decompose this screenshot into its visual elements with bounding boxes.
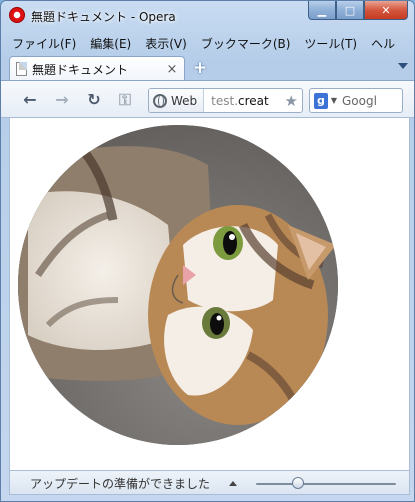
status-expand-chevron-up-icon[interactable]: [229, 481, 237, 486]
minimize-button[interactable]: ▁: [308, 1, 336, 20]
tab-bar: 無題ドキュメント × +: [1, 54, 414, 81]
menu-edit[interactable]: 編集(E): [83, 33, 138, 53]
menu-file[interactable]: ファイル(F): [5, 33, 83, 53]
title-bar: 無題ドキュメント - Opera ▁ □ ✕: [1, 1, 414, 31]
bookmark-star-icon[interactable]: ★: [285, 92, 302, 110]
tab-close-icon[interactable]: ×: [164, 62, 180, 77]
close-window-button[interactable]: ✕: [364, 1, 408, 20]
url-prefix: test.: [211, 93, 239, 108]
opera-logo-icon[interactable]: [9, 7, 25, 23]
globe-icon: [153, 93, 167, 108]
back-arrow-icon[interactable]: ←: [19, 90, 41, 110]
engine-dropdown-icon[interactable]: ▼: [331, 96, 337, 105]
address-bar[interactable]: Web test.creat ★: [148, 88, 303, 113]
cat-illustration: [18, 125, 338, 445]
url-text[interactable]: test.creat: [204, 94, 284, 108]
reload-icon[interactable]: ↻: [83, 90, 105, 110]
tab-untitled-document[interactable]: 無題ドキュメント ×: [9, 56, 185, 81]
web-badge-label: Web: [171, 93, 198, 108]
document-icon: [16, 62, 27, 76]
key-icon[interactable]: ⚿: [114, 90, 136, 110]
navigation-toolbar: ← → ↻ ⚿ Web test.creat ★ g ▼: [1, 80, 414, 118]
status-text: アップデートの準備ができました: [30, 477, 211, 491]
tab-label: 無題ドキュメント: [32, 62, 129, 77]
menu-bookmarks[interactable]: ブックマーク(B): [194, 33, 298, 53]
google-engine-icon[interactable]: g: [314, 92, 328, 109]
web-badge[interactable]: Web: [149, 89, 205, 112]
browser-window: 無題ドキュメント - Opera ▁ □ ✕ ファイル(F) 編集(E) 表示(…: [0, 0, 415, 502]
search-input[interactable]: [342, 93, 402, 108]
maximize-button[interactable]: □: [336, 1, 364, 20]
page-content: [9, 118, 410, 470]
menu-help[interactable]: ヘル: [364, 33, 402, 53]
search-box[interactable]: g ▼: [309, 88, 403, 113]
new-tab-button[interactable]: +: [189, 59, 211, 79]
zoom-slider-thumb[interactable]: [292, 477, 304, 489]
status-bar: アップデートの準備ができました: [9, 470, 410, 495]
url-domain: creat: [238, 93, 269, 108]
menu-bar: ファイル(F) 編集(E) 表示(V) ブックマーク(B) ツール(T) ヘル: [5, 33, 414, 53]
forward-arrow-icon[interactable]: →: [51, 90, 73, 110]
tab-menu-chevron-down-icon[interactable]: [398, 63, 408, 69]
window-controls: ▁ □ ✕: [308, 1, 408, 20]
zoom-slider-track[interactable]: [256, 483, 396, 485]
menu-view[interactable]: 表示(V): [138, 33, 194, 53]
cat-photo-circle: [18, 125, 338, 445]
menu-tools[interactable]: ツール(T): [297, 33, 364, 53]
window-title: 無題ドキュメント - Opera: [31, 10, 176, 24]
